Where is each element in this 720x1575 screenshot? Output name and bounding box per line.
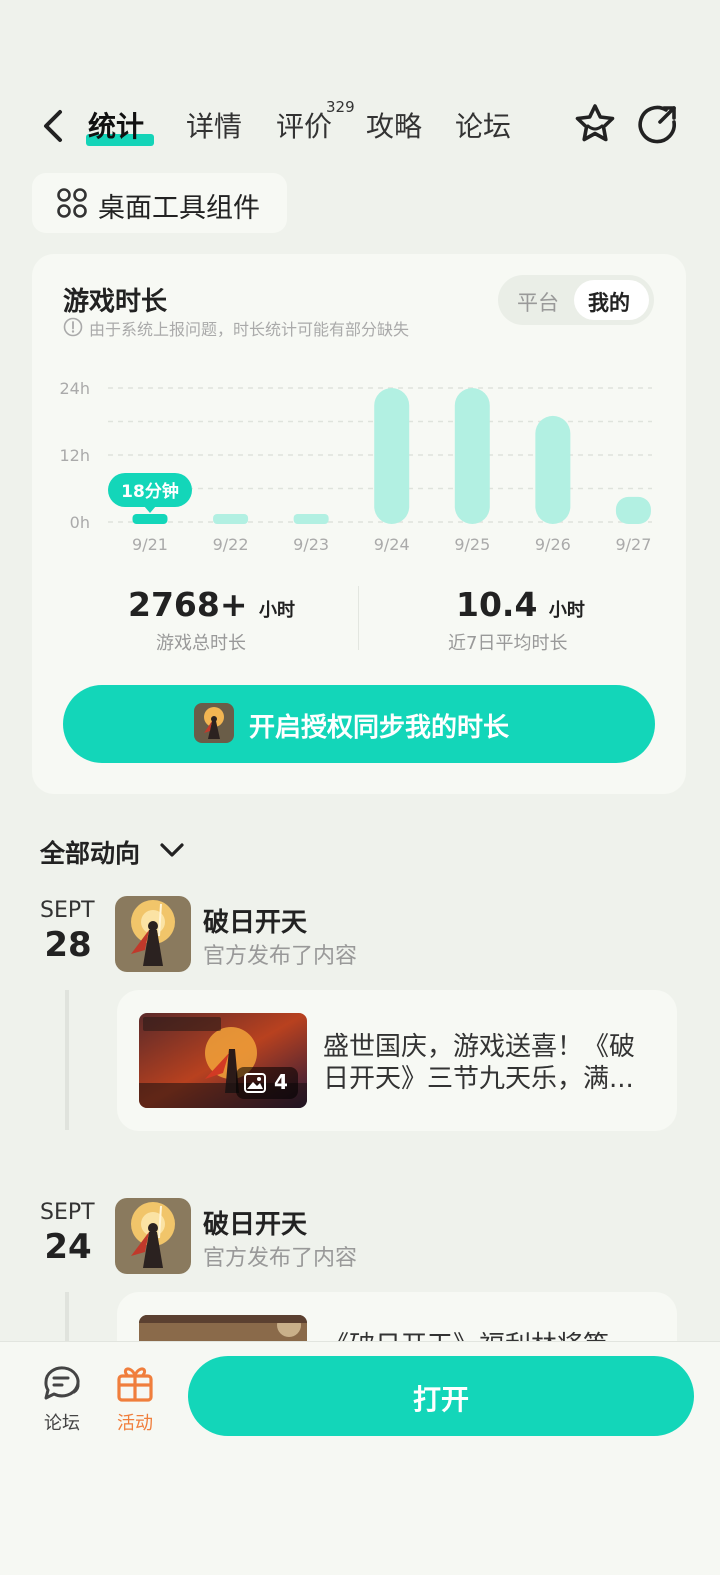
chart-x-tick: 9/21 (132, 535, 168, 554)
chart-x-tick: 9/26 (535, 535, 571, 554)
avg-playtime-number: 10.4 (456, 585, 538, 624)
avg-playtime-unit: 小时 (548, 600, 585, 621)
chart-x-tick: 9/22 (213, 535, 249, 554)
review-count-badge: 329 (326, 98, 355, 116)
total-playtime-unit: 小时 (259, 600, 296, 621)
publish-note: 官方发布了内容 (203, 1246, 358, 1271)
tab-details[interactable]: 详情 (186, 105, 242, 145)
bottom-forum-label[interactable]: 论坛 (44, 1409, 80, 1435)
timeline-line (65, 990, 69, 1130)
image-icon (244, 1073, 266, 1093)
open-button-label: 打开 (412, 1383, 469, 1416)
feed-month: SEPT (40, 898, 95, 923)
game-avatar-icon (194, 703, 234, 743)
chart-bar (132, 514, 168, 524)
chart-tooltip-pointer (144, 506, 156, 513)
star-icon[interactable] (573, 102, 617, 146)
forum-icon[interactable] (40, 1362, 82, 1402)
feed-filter[interactable]: 全部动向 (40, 834, 140, 870)
feed-month: SEPT (40, 1200, 95, 1225)
tab-forum[interactable]: 论坛 (455, 105, 511, 145)
game-avatar[interactable] (115, 1198, 191, 1274)
image-count: 4 (274, 1070, 288, 1094)
chart-bar (213, 514, 249, 524)
playtime-title: 游戏时长 (63, 287, 168, 317)
chart-bar (374, 388, 410, 524)
chart-bar (454, 388, 490, 524)
post-title[interactable]: 盛世国庆，游戏送喜！《破 日开天》三节九天乐，满... (323, 1031, 658, 1095)
stats-divider (358, 586, 359, 650)
total-playtime-plus: + (219, 585, 248, 624)
total-playtime-number: 2768 (128, 585, 220, 624)
sync-playtime-label: 开启授权同步我的时长 (249, 713, 510, 743)
game-name[interactable]: 破日开天 (203, 902, 307, 939)
chart-bar (293, 514, 329, 524)
chart-y-tick: 0h (70, 513, 90, 532)
avg-playtime-label: 近7日平均时长 (448, 633, 568, 654)
playtime-bar-chart: 0h 12h 24h 9/21 9/22 9/23 9/24 9/25 9/26 9/27 18分钟 (60, 379, 652, 554)
chart-y-tick: 24h (60, 379, 91, 398)
total-playtime-value: 2768+ 小时 (128, 585, 295, 624)
info-icon (63, 317, 83, 337)
chevron-down-icon[interactable] (158, 838, 186, 862)
avg-playtime-value: 10.4 小时 (456, 585, 585, 624)
toggle-platform[interactable]: 平台 (517, 287, 559, 317)
chart-tooltip-label: 18分钟 (121, 481, 179, 502)
chart-bar (615, 496, 651, 524)
chart-bar (535, 415, 571, 524)
chart-x-tick: 9/23 (293, 535, 329, 554)
game-name[interactable]: 破日开天 (203, 1204, 307, 1241)
back-icon[interactable] (36, 106, 70, 146)
playtime-note: 由于系统上报问题，时长统计可能有部分缺失 (89, 320, 410, 339)
chart-x-tick: 9/27 (615, 535, 651, 554)
post-title-line-1: 盛世国庆，游戏送喜！《破 (323, 1032, 636, 1062)
post-title-line-2: 日开天》三节九天乐，满... (323, 1064, 634, 1094)
tab-reviews[interactable]: 评价 (276, 105, 332, 145)
game-avatar[interactable] (115, 896, 191, 972)
chart-x-tick: 9/25 (454, 535, 490, 554)
bottom-activity-label[interactable]: 活动 (117, 1409, 153, 1435)
publish-note: 官方发布了内容 (203, 944, 358, 969)
chart-y-tick: 12h (60, 446, 91, 465)
share-icon[interactable] (636, 102, 680, 146)
tab-guides[interactable]: 攻略 (366, 105, 422, 145)
total-playtime-label: 游戏总时长 (156, 633, 246, 654)
tab-stats[interactable]: 统计 (88, 105, 144, 145)
gift-icon[interactable] (114, 1361, 156, 1403)
chart-x-tick: 9/24 (374, 535, 410, 554)
feed-day: 24 (44, 1227, 92, 1267)
feed-day: 28 (44, 925, 92, 965)
widget-grid-icon (57, 188, 87, 218)
image-count-badge: 4 (236, 1067, 298, 1099)
toggle-mine[interactable]: 我的 (588, 287, 630, 317)
desktop-widget-label: 桌面工具组件 (98, 193, 260, 224)
